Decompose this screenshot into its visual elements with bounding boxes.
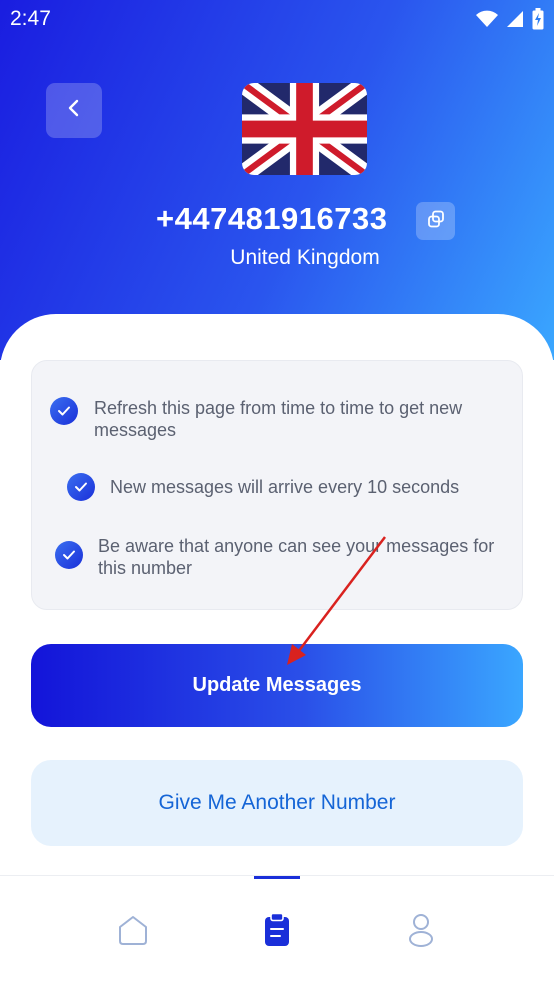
update-messages-button[interactable]: Update Messages [31,644,523,727]
status-time: 2:47 [10,7,51,30]
check-icon [55,541,83,569]
copy-button[interactable] [416,202,455,240]
wifi-icon [476,10,498,33]
back-button[interactable] [46,83,102,138]
info-item: Refresh this page from time to time to g… [50,397,510,441]
bottom-nav [0,875,554,984]
home-icon [115,912,151,953]
country-name: United Kingdom [230,246,380,269]
info-text: Refresh this page from time to time to g… [94,398,463,440]
battery-charging-icon [532,8,544,35]
status-icons [476,8,544,35]
nav-profile[interactable] [401,912,441,952]
check-icon [50,397,78,425]
nav-home[interactable] [113,912,153,952]
info-item: Be aware that anyone can see your messag… [55,535,505,579]
info-box: Refresh this page from time to time to g… [31,360,523,610]
copy-icon [427,210,445,233]
another-number-button[interactable]: Give Me Another Number [31,760,523,846]
united-kingdom-flag [242,83,367,175]
chevron-left-icon [66,98,82,123]
info-text: New messages will arrive every 10 second… [110,477,460,497]
clipboard-icon [262,912,292,953]
check-icon [67,473,95,501]
info-item: New messages will arrive every 10 second… [67,473,507,501]
signal-icon [506,10,524,33]
nav-messages[interactable] [257,912,297,952]
header-background [0,0,554,360]
phone-number: +447481916733 [156,201,388,236]
info-text: Be aware that anyone can see your messag… [98,536,495,578]
profile-icon [406,912,436,953]
nav-active-indicator [254,876,300,879]
status-bar: 2:47 [0,0,554,38]
